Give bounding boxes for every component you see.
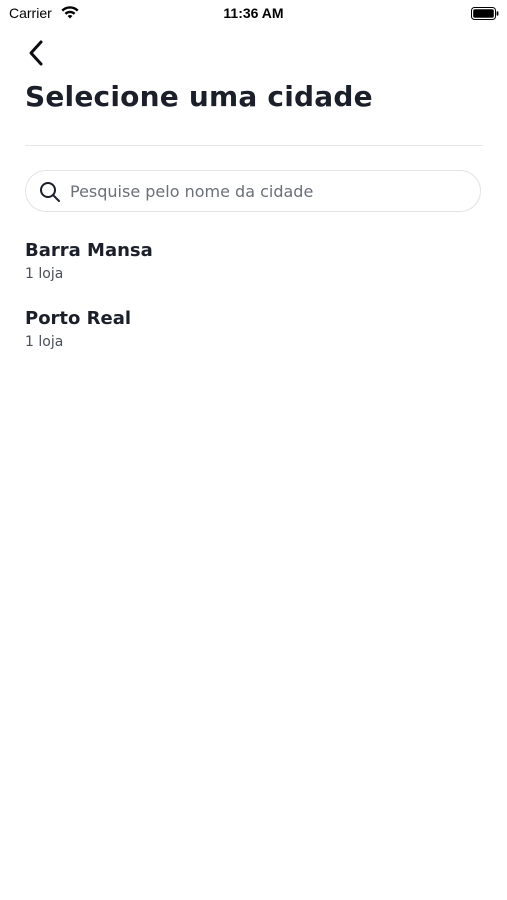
status-time: 11:36 AM bbox=[223, 5, 284, 21]
store-count: 1 loja bbox=[25, 266, 64, 282]
chevron-left-icon bbox=[29, 40, 43, 66]
list-item-porto-real[interactable]: Porto Real 1 loja bbox=[25, 306, 483, 374]
battery-icon bbox=[471, 7, 499, 20]
status-bar: Carrier 11:36 AM bbox=[0, 0, 507, 28]
city-name: Porto Real bbox=[25, 308, 132, 329]
search-input[interactable] bbox=[70, 177, 470, 205]
store-count: 1 loja bbox=[25, 334, 64, 350]
divider bbox=[25, 145, 483, 146]
search-box[interactable] bbox=[25, 170, 481, 212]
page-title: Selecione uma cidade bbox=[25, 80, 373, 113]
city-list: Barra Mansa 1 loja Porto Real 1 loja bbox=[25, 238, 483, 374]
list-item-barra-mansa[interactable]: Barra Mansa 1 loja bbox=[25, 238, 483, 306]
city-name: Barra Mansa bbox=[25, 240, 153, 261]
back-button[interactable] bbox=[26, 36, 60, 70]
search-icon bbox=[40, 182, 60, 202]
